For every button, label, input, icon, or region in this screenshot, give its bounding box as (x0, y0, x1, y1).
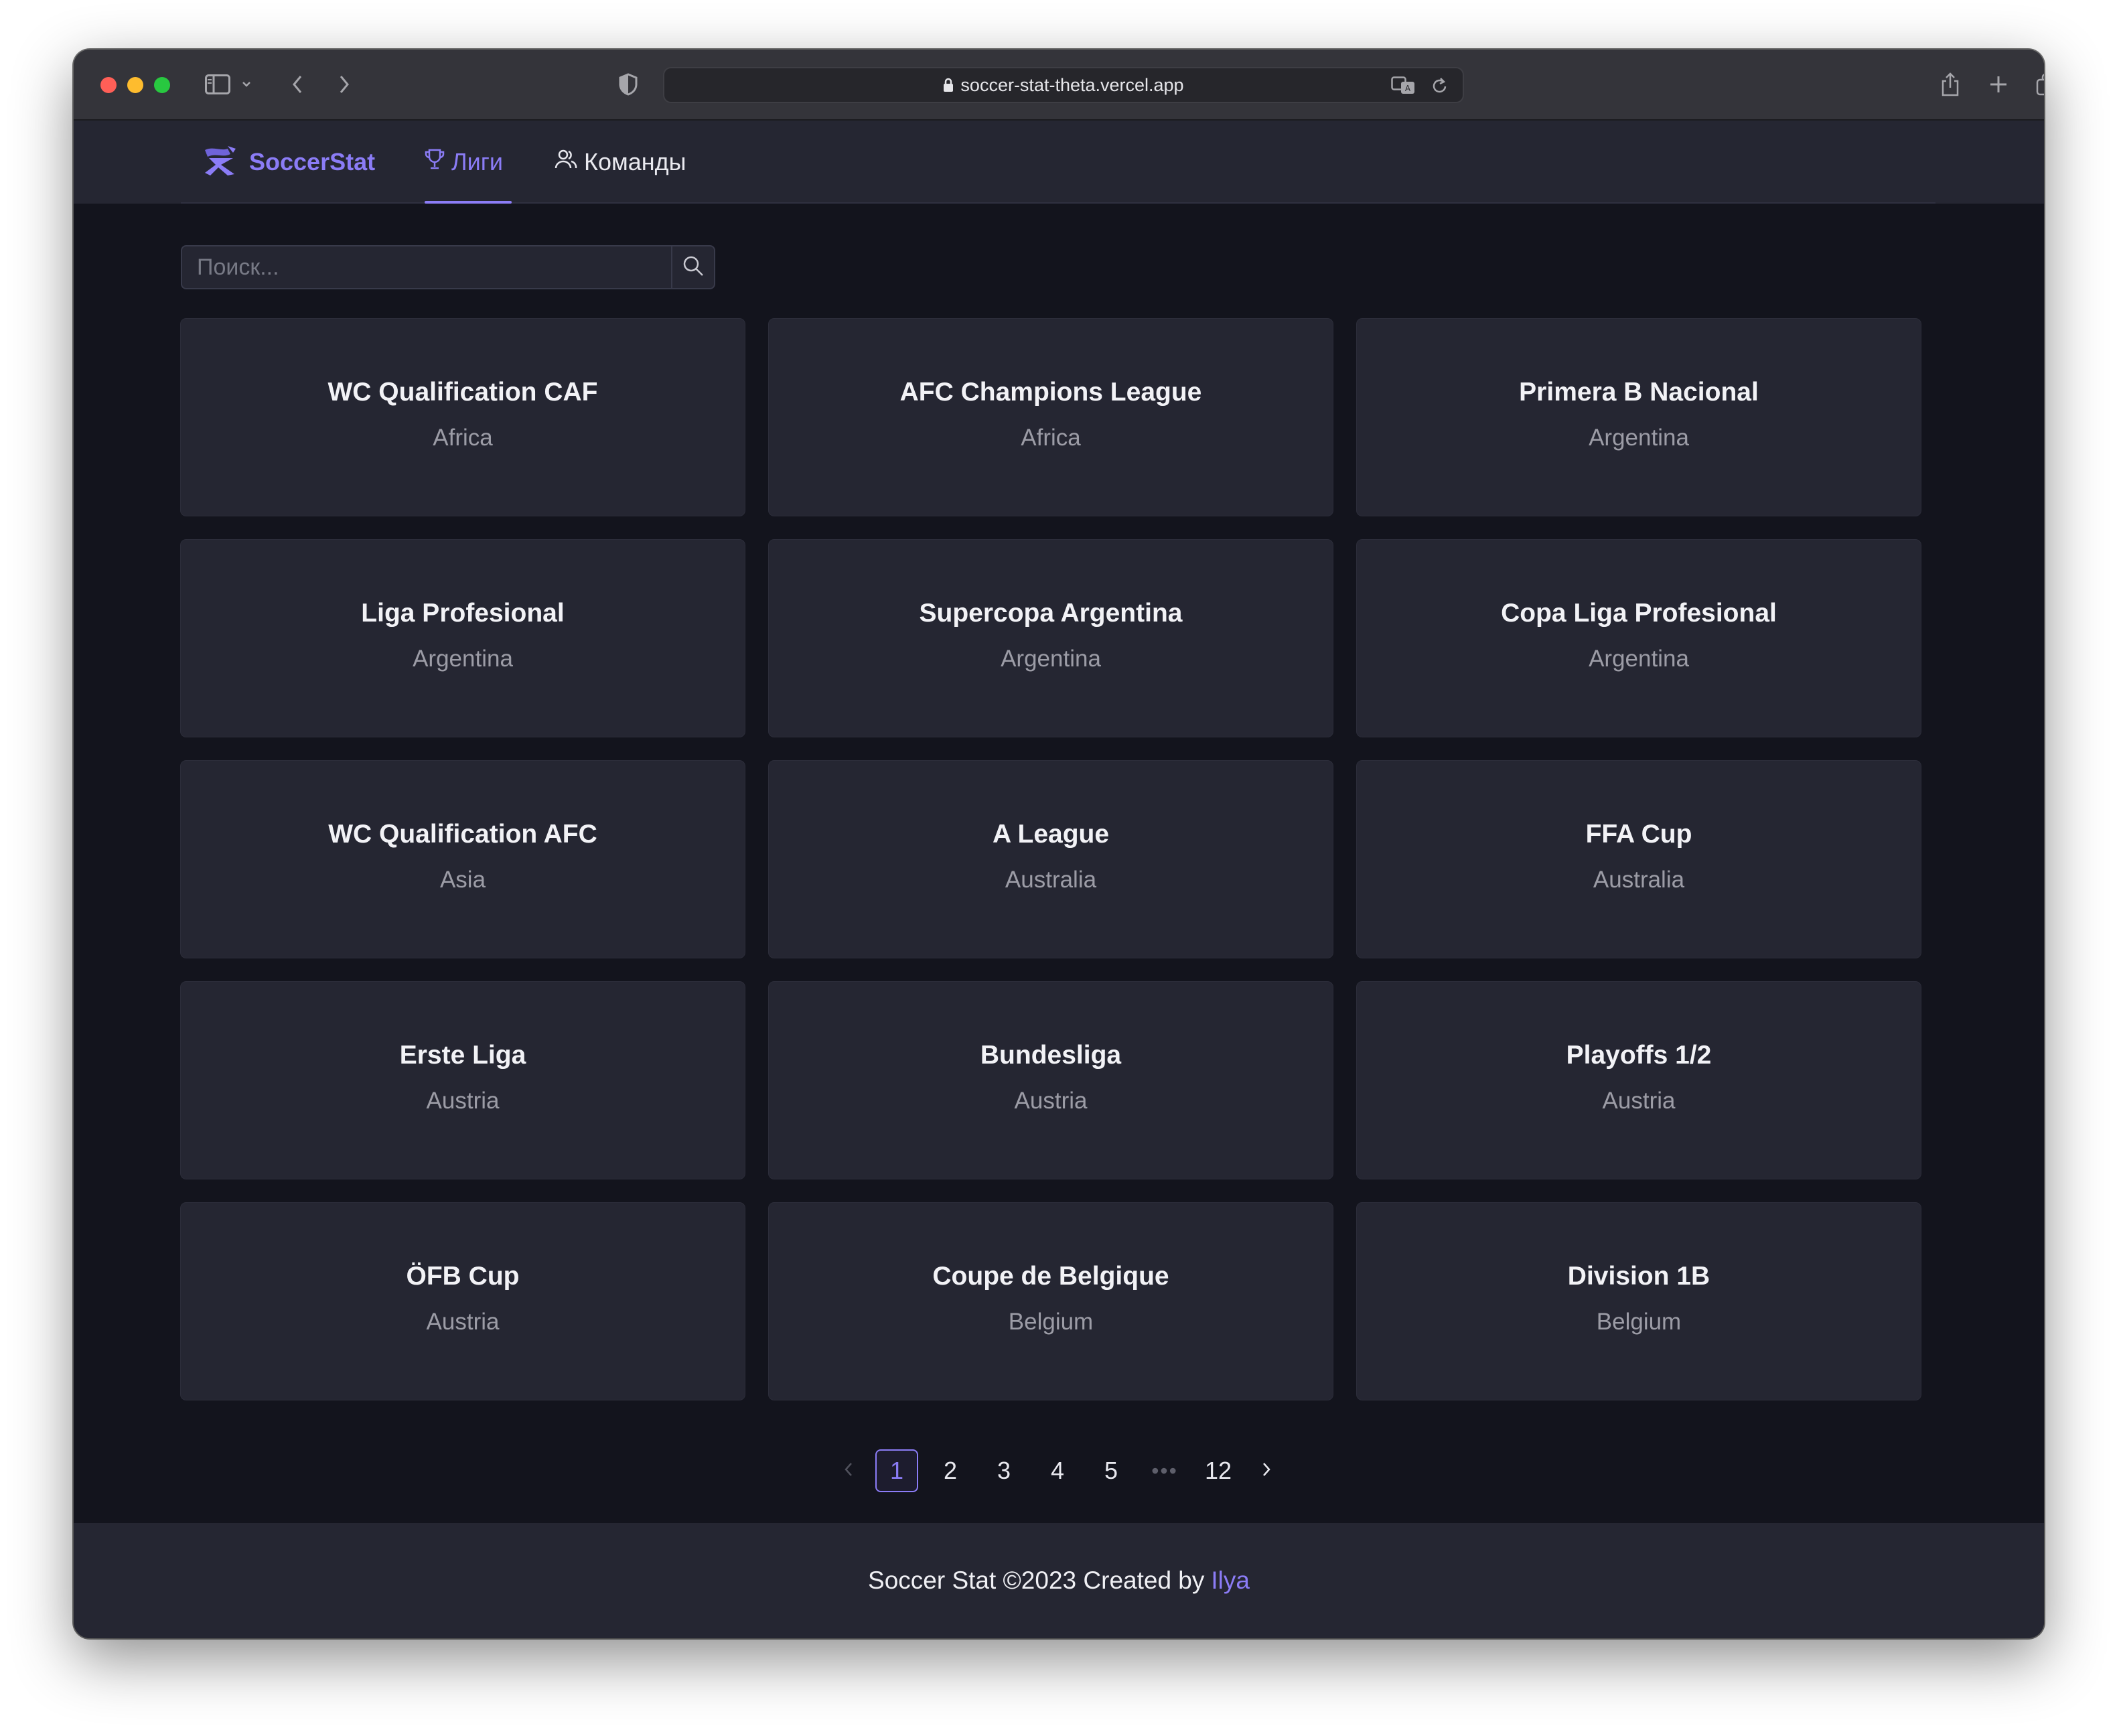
window-close-button[interactable] (100, 77, 117, 93)
search-bar (181, 245, 715, 289)
soccerstat-logo-icon (201, 145, 241, 180)
window-minimize-button[interactable] (127, 77, 143, 93)
trophy-icon (425, 148, 445, 177)
league-card[interactable]: Playoffs 1/2 Austria (1357, 982, 1921, 1179)
prev-page-button[interactable] (827, 1449, 870, 1492)
browser-toolbar: soccer-stat-theta.vercel.app A (74, 50, 2044, 121)
nav-teams-label: Команды (584, 148, 686, 175)
league-name: ÖFB Cup (406, 1262, 520, 1291)
league-country: Austria (1014, 1088, 1088, 1114)
browser-window: soccer-stat-theta.vercel.app A SoccerSta… (74, 50, 2044, 1638)
sidebar-toggle-icon[interactable] (201, 70, 234, 99)
reload-icon[interactable] (1425, 71, 1455, 100)
league-card[interactable]: WC Qualification CAF Africa (181, 319, 745, 516)
lock-icon (943, 78, 954, 92)
league-country: Austria (426, 1309, 500, 1335)
page-jump-ellipsis[interactable]: ••• (1143, 1449, 1186, 1492)
league-name: A League (992, 820, 1110, 849)
page-2-button[interactable]: 2 (929, 1449, 972, 1492)
league-card[interactable]: Coupe de Belgique Belgium (769, 1203, 1333, 1400)
tab-overview-icon[interactable] (2033, 70, 2044, 99)
page-3-button[interactable]: 3 (982, 1449, 1025, 1492)
league-country: Africa (433, 425, 493, 451)
nav-teams[interactable]: Команды (555, 121, 686, 204)
page-5-button[interactable]: 5 (1090, 1449, 1132, 1492)
chevron-down-icon[interactable] (238, 70, 254, 99)
league-name: Primera B Nacional (1519, 378, 1759, 407)
team-users-icon (555, 148, 577, 176)
nav-leagues[interactable]: Лиги (425, 121, 503, 204)
league-card[interactable]: Copa Liga Profesional Argentina (1357, 540, 1921, 737)
league-country: Argentina (413, 646, 513, 672)
address-bar[interactable]: soccer-stat-theta.vercel.app A (663, 67, 1464, 103)
league-country: Argentina (1001, 646, 1101, 672)
next-page-button[interactable] (1245, 1449, 1288, 1492)
league-name: Coupe de Belgique (932, 1262, 1169, 1291)
league-card[interactable]: Erste Liga Austria (181, 982, 745, 1179)
league-country: Australia (1593, 867, 1685, 893)
chevron-left-icon (843, 1461, 854, 1481)
league-card[interactable]: Division 1B Belgium (1357, 1203, 1921, 1400)
league-card[interactable]: Liga Profesional Argentina (181, 540, 745, 737)
logo[interactable]: SoccerStat (201, 121, 375, 204)
league-name: Supercopa Argentina (919, 599, 1183, 628)
chevron-right-icon (1261, 1461, 1272, 1481)
league-country: Belgium (1008, 1309, 1094, 1335)
page-1-button[interactable]: 1 (875, 1449, 918, 1492)
league-name: Bundesliga (980, 1041, 1122, 1070)
site-footer: Soccer Stat ©2023 Created by Ilya (74, 1523, 2044, 1638)
new-tab-plus-icon[interactable] (1984, 70, 2013, 99)
share-icon[interactable] (1935, 70, 1965, 99)
translate-icon[interactable]: A (1389, 71, 1418, 100)
league-card[interactable]: Supercopa Argentina Argentina (769, 540, 1333, 737)
league-card[interactable]: A League Australia (769, 761, 1333, 958)
league-country: Austria (426, 1088, 500, 1114)
search-button[interactable] (671, 245, 715, 289)
league-card[interactable]: FFA Cup Australia (1357, 761, 1921, 958)
page-4-button[interactable]: 4 (1036, 1449, 1079, 1492)
svg-text:A: A (1405, 84, 1411, 93)
pagination: 1 2 3 4 5 ••• 12 (827, 1449, 1288, 1492)
league-name: FFA Cup (1585, 820, 1692, 849)
league-country: Austria (1602, 1088, 1676, 1114)
league-card[interactable]: Bundesliga Austria (769, 982, 1333, 1179)
search-icon (682, 255, 705, 281)
active-nav-indicator (425, 201, 512, 204)
league-country: Asia (439, 867, 486, 893)
url-text: soccer-stat-theta.vercel.app (960, 74, 1184, 95)
league-card[interactable]: WC Qualification AFC Asia (181, 761, 745, 958)
back-arrow-icon[interactable] (283, 70, 312, 99)
league-country: Africa (1021, 425, 1081, 451)
page-last-button[interactable]: 12 (1197, 1449, 1240, 1492)
league-name: Division 1B (1567, 1262, 1710, 1291)
logo-text: SoccerStat (249, 148, 376, 175)
league-name: AFC Champions League (899, 378, 1202, 407)
league-country: Argentina (1589, 425, 1689, 451)
league-name: Liga Profesional (361, 599, 565, 628)
window-zoom-button[interactable] (154, 77, 170, 93)
league-card[interactable]: AFC Champions League Africa (769, 319, 1333, 516)
league-name: Playoffs 1/2 (1566, 1041, 1712, 1070)
league-card[interactable]: ÖFB Cup Austria (181, 1203, 745, 1400)
league-country: Argentina (1589, 646, 1689, 672)
footer-author-link[interactable]: Ilya (1211, 1567, 1250, 1595)
nav-leagues-label: Лиги (451, 148, 503, 175)
league-name: WC Qualification AFC (328, 820, 597, 849)
league-grid: WC Qualification CAF Africa AFC Champions… (181, 319, 1921, 1400)
footer-text: Soccer Stat ©2023 Created by (868, 1567, 1205, 1594)
league-country: Belgium (1596, 1309, 1682, 1335)
league-name: Erste Liga (399, 1041, 526, 1070)
league-name: WC Qualification CAF (327, 378, 598, 407)
league-country: Australia (1005, 867, 1097, 893)
league-name: Copa Liga Profesional (1501, 599, 1777, 628)
league-card[interactable]: Primera B Nacional Argentina (1357, 319, 1921, 516)
privacy-shield-icon[interactable] (613, 70, 643, 99)
forward-arrow-icon[interactable] (330, 70, 359, 99)
search-input[interactable] (181, 245, 671, 289)
